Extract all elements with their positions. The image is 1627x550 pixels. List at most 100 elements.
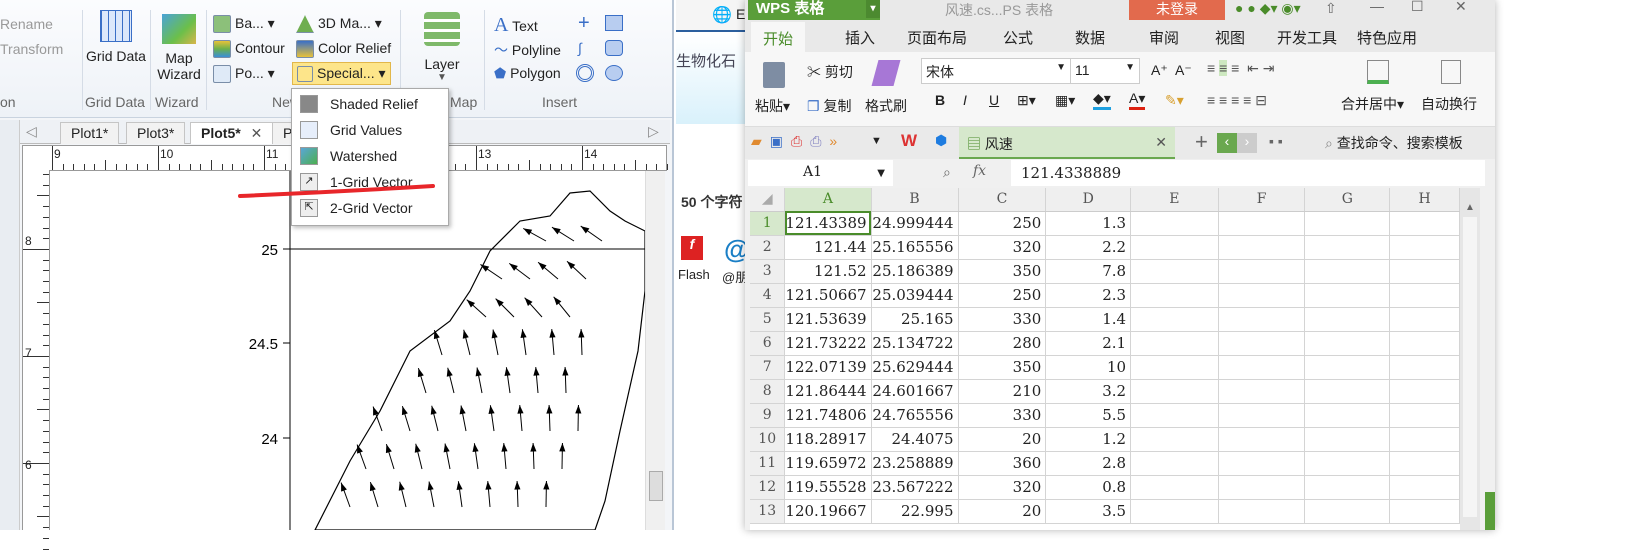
chevron-down-icon[interactable]: ▼ — [871, 135, 882, 147]
cell[interactable]: 121.74806 — [785, 403, 871, 427]
cell[interactable]: 2.1 — [1046, 331, 1131, 355]
column-header[interactable]: C — [958, 188, 1046, 211]
scroll-track[interactable] — [1463, 217, 1477, 517]
cell[interactable]: 330 — [958, 307, 1046, 331]
cell[interactable]: 25.629444 — [871, 355, 958, 379]
cell[interactable] — [1305, 211, 1390, 235]
wrap-text-button[interactable]: 自动换行 — [1421, 94, 1491, 114]
cell[interactable]: 25.165556 — [871, 235, 958, 259]
cell[interactable]: 121.44 — [785, 235, 871, 259]
transform-button[interactable]: Transform — [0, 41, 63, 57]
cell[interactable] — [1218, 379, 1305, 403]
scroll-up-icon[interactable]: ▲ — [1460, 202, 1480, 213]
cell[interactable] — [1131, 355, 1219, 379]
paste-icon[interactable] — [763, 62, 785, 88]
merge-center-button[interactable]: 合并居中▾ — [1341, 94, 1404, 114]
cell[interactable]: 20 — [958, 427, 1046, 451]
prev-tab-icon[interactable]: ‹ — [1217, 133, 1237, 153]
cell[interactable] — [1218, 283, 1305, 307]
cell[interactable]: 22.995 — [871, 499, 958, 523]
cell[interactable] — [1305, 499, 1390, 523]
cell[interactable]: 0.8 — [1046, 475, 1131, 499]
row-header[interactable]: 10 — [750, 427, 785, 451]
rectangle-icon[interactable] — [605, 15, 623, 31]
insert-text-button[interactable]: A Text — [494, 14, 538, 37]
post-map-button[interactable]: Po... ▾ — [213, 65, 275, 83]
font-select[interactable]: 宋体▼ — [921, 58, 1071, 84]
document-tab[interactable]: ▤ 风速✕ — [959, 127, 1175, 159]
minimize-icon[interactable]: — — [1370, 0, 1384, 14]
wps-icon[interactable]: W — [901, 131, 917, 151]
insert-polyline-button[interactable]: 〜 Polyline — [494, 40, 561, 60]
column-header[interactable]: D — [1046, 188, 1131, 211]
italic-button[interactable]: I — [963, 92, 967, 108]
row-header[interactable]: 2 — [750, 235, 785, 259]
cell[interactable]: 2.3 — [1046, 283, 1131, 307]
cell[interactable] — [1390, 235, 1460, 259]
cell[interactable] — [1305, 307, 1390, 331]
spline-icon[interactable]: ∫ — [578, 40, 582, 56]
row-header[interactable]: 1 — [750, 211, 785, 235]
base-map-button[interactable]: Ba... ▾ — [213, 15, 275, 33]
font-size-select[interactable]: 11▼ — [1070, 58, 1140, 84]
cell[interactable]: 1.4 — [1046, 307, 1131, 331]
cell[interactable]: 2.2 — [1046, 235, 1131, 259]
underline-button[interactable]: U — [989, 92, 999, 108]
cell[interactable]: 25.134722 — [871, 331, 958, 355]
cell[interactable] — [1218, 451, 1305, 475]
cell[interactable]: 118.28917 — [785, 427, 871, 451]
cell[interactable]: 1.3 — [1046, 211, 1131, 235]
cell[interactable] — [1390, 355, 1460, 379]
ribbon-tab[interactable]: 审阅 — [1149, 27, 1179, 48]
cell[interactable] — [1131, 475, 1219, 499]
copy-button[interactable]: ❐ 复制 — [807, 96, 851, 116]
cell[interactable]: 119.65972 — [785, 451, 871, 475]
insert-polygon-button[interactable]: ⬟ Polygon — [494, 65, 561, 82]
ellipse-icon[interactable] — [605, 65, 623, 81]
cell[interactable]: 350 — [958, 259, 1046, 283]
paste-button[interactable]: 粘贴▾ — [755, 96, 790, 116]
row-header[interactable]: 7 — [750, 355, 785, 379]
cell[interactable] — [1218, 211, 1305, 235]
wps-menu-button[interactable]: WPS 表格▾ — [748, 0, 880, 20]
cell[interactable]: 121.86444 — [785, 379, 871, 403]
cell[interactable]: 280 — [958, 331, 1046, 355]
cell[interactable] — [1390, 427, 1460, 451]
cell[interactable]: 121.52 — [785, 259, 871, 283]
cell[interactable] — [1218, 307, 1305, 331]
cell[interactable] — [1218, 499, 1305, 523]
cell[interactable]: 250 — [958, 211, 1046, 235]
close-icon[interactable]: ✕ — [251, 125, 263, 141]
cell[interactable] — [1305, 451, 1390, 475]
cell[interactable] — [1131, 499, 1219, 523]
cell[interactable] — [1305, 235, 1390, 259]
cell[interactable]: 24.765556 — [871, 403, 958, 427]
color-relief-button[interactable]: Color Relief — [296, 40, 391, 58]
column-header[interactable]: H — [1390, 188, 1460, 211]
cell[interactable]: 24.999444 — [871, 211, 958, 235]
cell[interactable] — [1131, 331, 1219, 355]
cell[interactable] — [1390, 499, 1460, 523]
cell[interactable]: 3.5 — [1046, 499, 1131, 523]
special-button[interactable]: Special... ▾ — [292, 62, 391, 85]
tab-plot5[interactable]: Plot5* ✕ — [190, 122, 273, 144]
cell[interactable] — [1390, 451, 1460, 475]
row-header[interactable]: 5 — [750, 307, 785, 331]
cell[interactable] — [1390, 211, 1460, 235]
font-shrink-icon[interactable]: A⁻ — [1175, 62, 1192, 79]
fill-color-icon[interactable]: ◆▾ — [1093, 90, 1111, 110]
tab-scroll-right-icon[interactable]: ▷ — [648, 123, 659, 140]
column-header[interactable]: F — [1218, 188, 1305, 211]
cell[interactable]: 3.2 — [1046, 379, 1131, 403]
row-header[interactable]: 11 — [750, 451, 785, 475]
status-icons[interactable]: ● ● ◆▾ ◉▾ — [1235, 0, 1301, 17]
ribbon-tab[interactable]: 视图 — [1215, 27, 1245, 48]
plus-icon[interactable]: + — [578, 12, 590, 35]
3d-map-button[interactable]: 3D Ma... ▾ — [296, 15, 382, 33]
row-header[interactable]: 8 — [750, 379, 785, 403]
fx-button[interactable]: fx — [973, 163, 986, 179]
ribbon-tab[interactable]: 页面布局 — [907, 27, 967, 48]
cell[interactable]: 121.53639 — [785, 307, 871, 331]
cell[interactable] — [1390, 331, 1460, 355]
cell[interactable]: 23.258889 — [871, 451, 958, 475]
